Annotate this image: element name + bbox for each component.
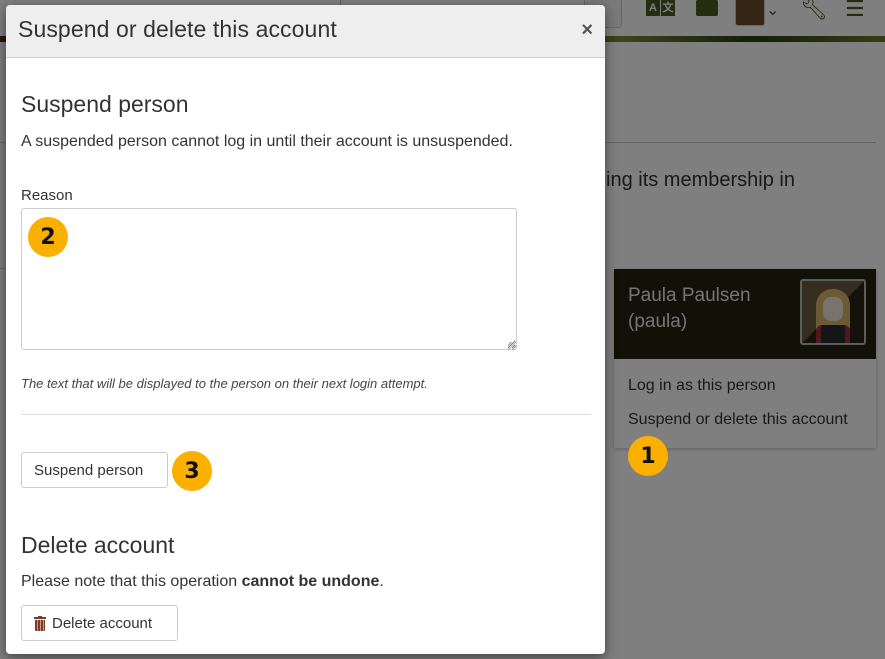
- modal-title: Suspend or delete this account: [18, 16, 337, 42]
- delete-note: Please note that this operation cannot b…: [21, 573, 384, 591]
- reason-label: Reason: [21, 187, 73, 204]
- reason-textarea[interactable]: [21, 208, 517, 350]
- delete-account-label: Delete account: [52, 614, 153, 632]
- close-button[interactable]: ×: [581, 19, 593, 41]
- suspend-person-label: Suspend person: [34, 461, 144, 479]
- delete-account-button[interactable]: Delete account: [21, 605, 178, 641]
- suspend-person-button[interactable]: Suspend person: [21, 452, 168, 488]
- reason-help-text: The text that will be displayed to the p…: [21, 376, 428, 391]
- modal-header: Suspend or delete this account ×: [6, 5, 605, 58]
- delete-note-end: .: [379, 573, 384, 590]
- suspend-delete-dialog: Suspend or delete this account × Suspend…: [6, 5, 605, 654]
- divider: [21, 414, 591, 415]
- callout-3: 3: [172, 451, 212, 491]
- suspend-description: A suspended person cannot log in until t…: [21, 133, 513, 150]
- delete-note-emphasis: cannot be undone: [241, 573, 380, 590]
- callout-1: 1: [628, 436, 668, 476]
- delete-note-text: Please note that this operation: [21, 573, 242, 590]
- delete-heading: Delete account: [21, 532, 175, 558]
- callout-2: 2: [28, 217, 68, 257]
- suspend-heading: Suspend person: [21, 91, 189, 117]
- trash-icon: [34, 615, 46, 631]
